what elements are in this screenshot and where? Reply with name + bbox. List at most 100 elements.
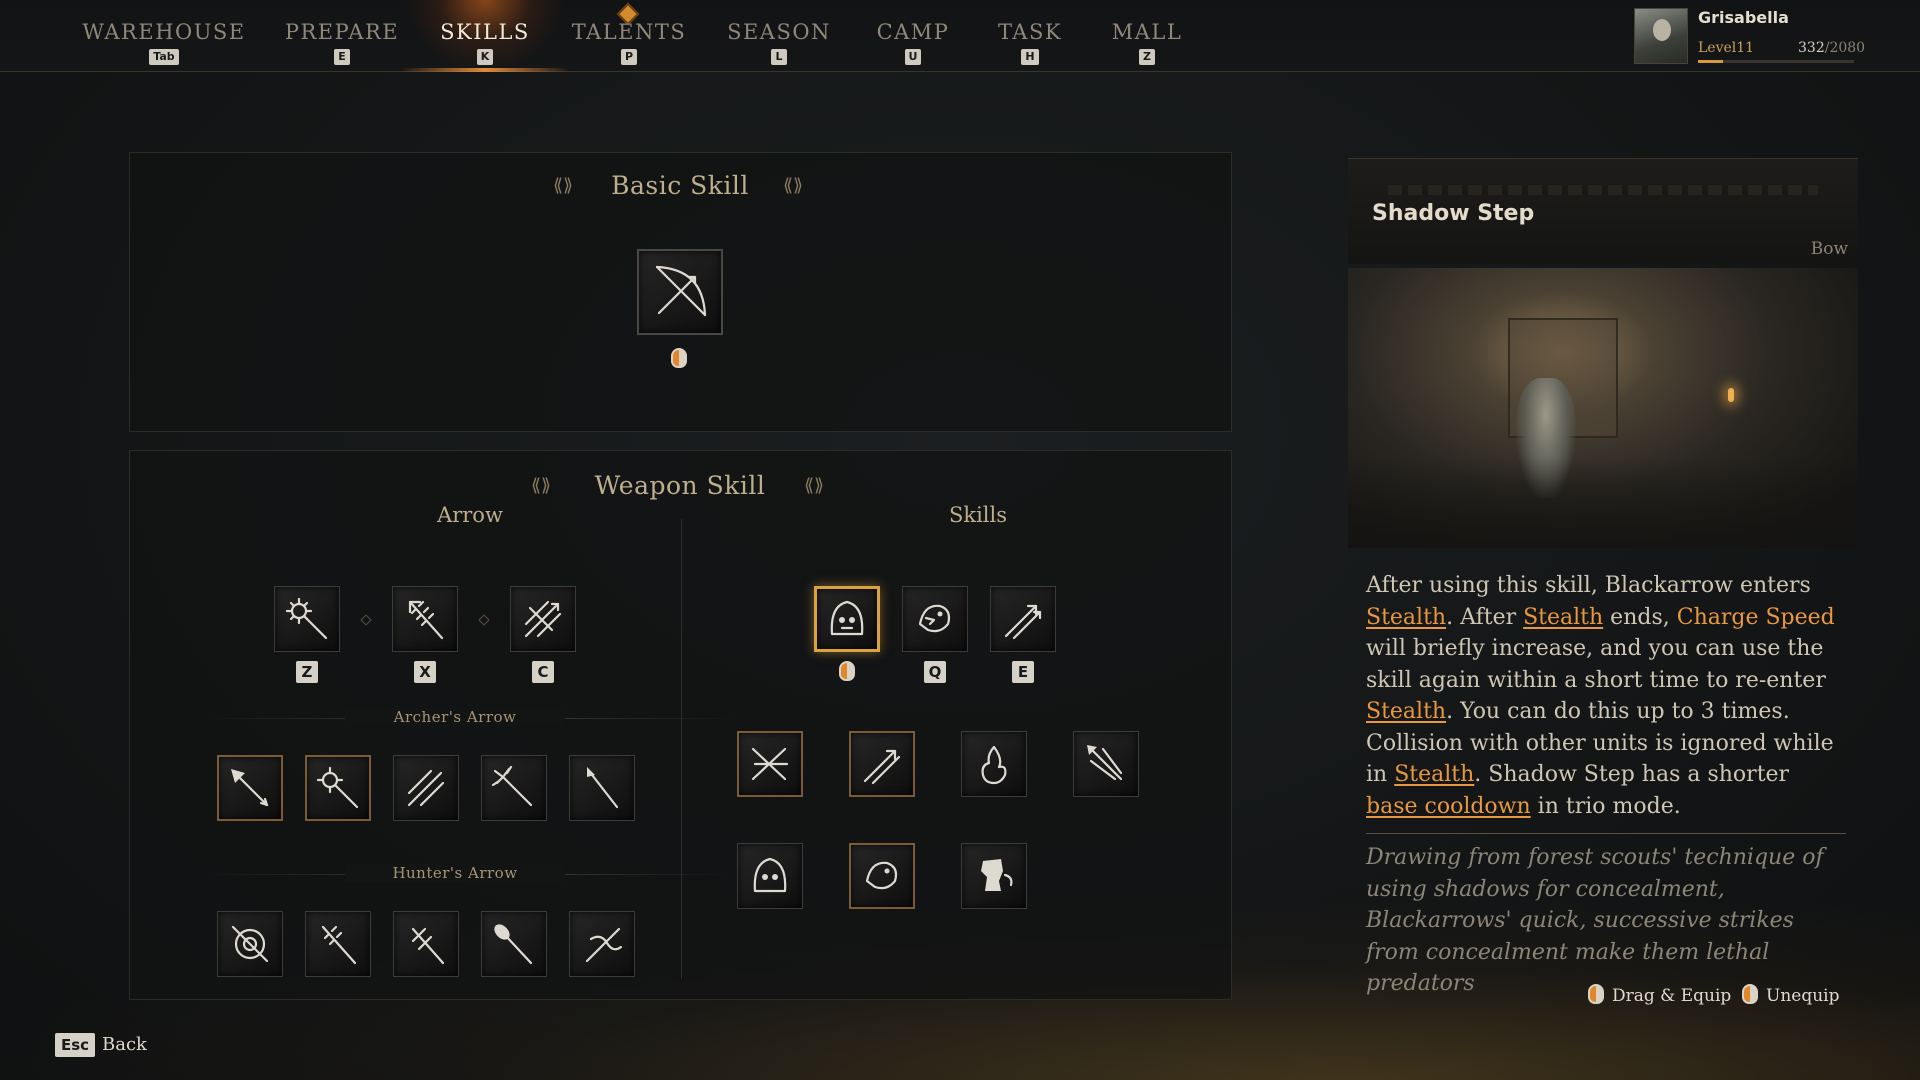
tab-talents[interactable]: TALENTS P: [544, 20, 714, 65]
skill-lore-text: Drawing from forest scouts' technique of…: [1366, 845, 1824, 996]
hotkey-badge: E: [334, 49, 350, 65]
hunters-arrow-slot[interactable]: [393, 911, 459, 977]
hooded-skull-icon: [753, 857, 787, 893]
archers-arrow-label: Archer's Arrow: [345, 708, 565, 726]
unequip-hint: Unequip: [1742, 984, 1840, 1006]
drag-equip-label: Drag & Equip: [1612, 986, 1732, 1006]
hooded-skull-icon: [830, 600, 864, 636]
top-navigation-bar: WAREHOUSE Tab PREPARE E SKILLS K TALENTS…: [0, 0, 1920, 72]
hotkey-badge: K: [476, 49, 494, 65]
slot-connector: [478, 614, 490, 626]
spiked-arrow-icon: [411, 927, 445, 965]
serpent-arrow-icon: [585, 927, 623, 963]
skill-option-slot[interactable]: [737, 843, 803, 909]
tab-mall[interactable]: MALL Z: [1062, 20, 1232, 65]
skill-description: After using this skill, Blackarrow enter…: [1366, 573, 1835, 819]
equipped-arrow-slot-x[interactable]: [392, 586, 458, 652]
ornament-right-icon: ⟪⟫: [804, 475, 825, 496]
keyword-charge-speed: Charge Speed: [1676, 604, 1835, 630]
skill-option-slot[interactable]: [737, 731, 803, 797]
archers-arrow-slot[interactable]: [569, 755, 635, 821]
slot-connector: [360, 614, 372, 626]
header-ornament: [1388, 185, 1818, 195]
skill-option-slot[interactable]: [961, 843, 1027, 909]
archers-arrow-slot[interactable]: [305, 755, 371, 821]
hunters-arrow-slot[interactable]: [217, 911, 283, 977]
xp-max: /2080: [1824, 40, 1866, 56]
archers-arrow-slot[interactable]: [393, 755, 459, 821]
weapon-type: Bow: [1810, 239, 1848, 259]
player-name: Grisabella: [1698, 8, 1789, 27]
ornament-left-icon: ⟪⟫: [531, 475, 552, 496]
keyword-stealth[interactable]: Stealth: [1394, 762, 1474, 787]
split-arrow-icon: [524, 600, 562, 638]
skill-option-slot[interactable]: [849, 731, 915, 797]
burst-arrow-icon: [285, 597, 328, 640]
skill-option-slot[interactable]: [1073, 731, 1139, 797]
equipped-skill-slot-e[interactable]: [990, 586, 1056, 652]
description-divider: [1366, 833, 1846, 834]
hotkey-badge: L: [771, 49, 787, 65]
hotkey-x: X: [414, 661, 436, 683]
equipped-arrow-slot-z[interactable]: [274, 586, 340, 652]
hotkey-badge: Tab: [149, 49, 179, 65]
keyword-stealth[interactable]: Stealth: [1366, 699, 1446, 724]
hotkey-q: Q: [924, 661, 946, 683]
tab-label: MALL: [1111, 20, 1183, 44]
hunters-arrow-slot[interactable]: [569, 911, 635, 977]
scatter-arrow-icon: [751, 747, 789, 781]
hotkey-badge: H: [1021, 49, 1039, 65]
back-button[interactable]: Back: [102, 1033, 147, 1057]
drag-equip-hint: Drag & Equip: [1588, 984, 1731, 1006]
skills-column-title: Skills: [948, 503, 1008, 527]
hotkey-c: C: [532, 661, 554, 683]
hotkey-e: E: [1012, 661, 1034, 683]
skill-option-slot[interactable]: [849, 843, 915, 909]
player-profile[interactable]: Grisabella Level11 332/2080: [1634, 8, 1866, 64]
hotkey-badge: P: [620, 49, 638, 65]
hunters-arrow-slot[interactable]: [481, 911, 547, 977]
bow-icon: [655, 265, 707, 317]
basic-skill-title: Basic Skill: [611, 171, 749, 200]
ornament-right-icon: ⟪⟫: [783, 175, 804, 196]
skill-option-slot[interactable]: [961, 731, 1027, 797]
fire-trap-icon: [981, 745, 1007, 785]
unequip-label: Unequip: [1766, 986, 1840, 1006]
mouse-left-click-icon: [671, 348, 687, 368]
tab-label: WAREHOUSE: [82, 20, 246, 44]
xp-current: 332: [1798, 40, 1825, 56]
barbed-arrow-icon: [408, 600, 444, 640]
tab-warehouse[interactable]: WAREHOUSE Tab: [79, 20, 249, 65]
hunters-arrow-label: Hunter's Arrow: [345, 864, 565, 882]
long-arrow-icon: [587, 767, 619, 809]
equipped-skill-slot-q[interactable]: [902, 586, 968, 652]
hunters-arrow-slot[interactable]: [305, 911, 371, 977]
hotkey-badge: U: [904, 49, 922, 65]
equipped-skill-shadow-step[interactable]: [814, 586, 880, 652]
esc-key-badge[interactable]: Esc: [55, 1033, 96, 1057]
active-tab-underline: [400, 68, 570, 72]
hotkey-z: Z: [296, 661, 318, 683]
arrow-volley-icon: [1087, 745, 1123, 781]
weapon-skill-title: Weapon Skill: [594, 471, 766, 500]
keyword-base-cooldown[interactable]: base cooldown: [1366, 794, 1531, 819]
mouse-left-click-icon: [1588, 984, 1604, 1004]
basic-skill-slot[interactable]: [637, 249, 723, 335]
burst-arrow-icon: [316, 766, 359, 809]
archers-arrow-slot[interactable]: [481, 755, 547, 821]
keyword-stealth[interactable]: Stealth: [1366, 605, 1446, 630]
avatar: [1634, 8, 1688, 64]
mouse-left-click-icon: [839, 661, 855, 681]
barbed-arrow-icon: [321, 925, 357, 965]
beast-roar-icon: [865, 861, 898, 890]
skill-preview-image: [1348, 268, 1858, 548]
archers-arrow-slot[interactable]: [217, 755, 283, 821]
xp-bar: [1698, 60, 1854, 63]
equipped-arrow-slot-c[interactable]: [510, 586, 576, 652]
heavy-arrow-icon: [494, 924, 533, 965]
hotkey-badge: Z: [1139, 49, 1155, 65]
arrow-column-title: Arrow: [437, 503, 503, 527]
keyword-stealth[interactable]: Stealth: [1523, 605, 1603, 630]
weapon-skill-panel: ⟪⟫ Weapon Skill ⟪⟫ Arrow Z X C Archer's …: [129, 450, 1232, 1000]
tab-label: TALENTS: [571, 20, 687, 44]
